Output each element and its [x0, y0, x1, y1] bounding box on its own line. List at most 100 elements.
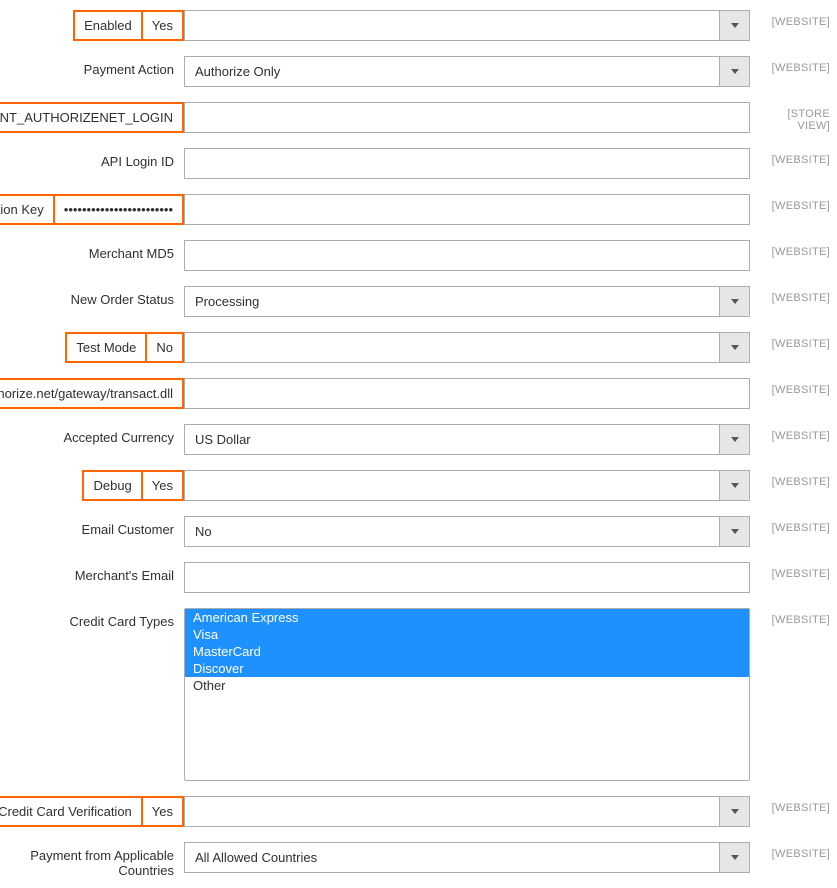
label-text-applicableCountries: Payment from Applicable Countries — [4, 848, 174, 878]
input-merchantMd5[interactable] — [184, 240, 750, 271]
field-enabled: Yes — [184, 10, 750, 41]
scope-ccTypes: [WEBSITE] — [750, 608, 830, 626]
label-paymentAction: Payment Action — [4, 56, 184, 77]
label-text-merchantsEmail: Merchant's Email — [75, 568, 174, 583]
highlight-value-title: PAYMENT_AUTHORIZENET_LOGIN — [0, 104, 182, 131]
label-ccVerification: Credit Card VerificationYes — [4, 796, 184, 827]
row-acceptedCurrency: Accepted CurrencyUS Dollar[WEBSITE] — [4, 424, 833, 455]
label-text-ccTypes: Credit Card Types — [69, 614, 174, 629]
label-applicableCountries: Payment from Applicable Countries — [4, 842, 184, 878]
scope-gatewayUrl: [WEBSITE] — [750, 378, 830, 396]
label-text-paymentAction: Payment Action — [84, 62, 174, 77]
field-debug: Yes — [184, 470, 750, 501]
highlight-gatewayUrl: Gateway URLhttps://test.authorize.net/ga… — [0, 378, 184, 409]
field-merchantsEmail — [184, 562, 750, 593]
highlight-testMode: Test ModeNo — [65, 332, 184, 363]
row-ccVerification: Credit Card VerificationYesYes[WEBSITE] — [4, 796, 833, 827]
label-newOrderStatus: New Order Status — [4, 286, 184, 307]
input-wrap-gatewayUrl — [184, 378, 750, 409]
select-wrap-acceptedCurrency: US Dollar — [184, 424, 750, 455]
scope-debug: [WEBSITE] — [750, 470, 830, 488]
input-wrap-merchantsEmail — [184, 562, 750, 593]
input-title[interactable] — [184, 102, 750, 133]
select-wrap-debug: Yes — [184, 470, 750, 501]
option-mastercard[interactable]: MasterCard — [185, 643, 749, 660]
scope-enabled: [WEBSITE] — [750, 10, 830, 28]
row-ccTypes: Credit Card Types American ExpressVisaMas… — [4, 608, 833, 781]
input-apiLoginId[interactable] — [184, 148, 750, 179]
scope-emailCustomer: [WEBSITE] — [750, 516, 830, 534]
row-applicableCountries: Payment from Applicable Countries All All… — [4, 842, 833, 878]
option-discover[interactable]: Discover — [185, 660, 749, 677]
option-american-express[interactable]: American Express — [185, 609, 749, 626]
highlight-enabled: EnabledYes — [73, 10, 184, 41]
field-ccVerification: Yes — [184, 796, 750, 827]
row-emailCustomer: Email Customer No[WEBSITE] — [4, 516, 833, 547]
label-text-testMode: Test Mode — [67, 334, 147, 361]
row-merchantsEmail: Merchant's Email[WEBSITE] — [4, 562, 833, 593]
scope-ccVerification: [WEBSITE] — [750, 796, 830, 814]
field-title — [184, 102, 750, 133]
scope-transactionKey: [WEBSITE] — [750, 194, 830, 212]
field-transactionKey — [184, 194, 750, 225]
label-emailCustomer: Email Customer — [4, 516, 184, 537]
scope-title: [STORE VIEW] — [750, 102, 830, 132]
select-emailCustomer[interactable]: No — [184, 516, 750, 547]
scope-testMode: [WEBSITE] — [750, 332, 830, 350]
label-title: TitlePAYMENT_AUTHORIZENET_LOGIN — [4, 102, 184, 133]
multiselect-ccTypes[interactable]: American ExpressVisaMasterCardDiscoverOt… — [184, 608, 750, 781]
label-gatewayUrl: Gateway URLhttps://test.authorize.net/ga… — [4, 378, 184, 409]
select-applicableCountries[interactable]: All Allowed Countries — [184, 842, 750, 873]
option-other[interactable]: Other — [185, 677, 749, 694]
select-paymentAction[interactable]: Authorize Only — [184, 56, 750, 87]
highlight-value-debug: Yes — [143, 472, 182, 499]
multiselect-wrap-ccTypes: American ExpressVisaMasterCardDiscoverOt… — [184, 608, 750, 781]
input-gatewayUrl[interactable] — [184, 378, 750, 409]
input-transactionKey[interactable] — [184, 194, 750, 225]
select-wrap-ccVerification: Yes — [184, 796, 750, 827]
label-enabled: EnabledYes — [4, 10, 184, 41]
row-title: TitlePAYMENT_AUTHORIZENET_LOGIN [STORE VI… — [4, 102, 833, 133]
highlight-value-ccVerification: Yes — [143, 798, 182, 825]
field-paymentAction: Authorize Only — [184, 56, 750, 87]
select-debug[interactable]: Yes — [184, 470, 750, 501]
select-newOrderStatus[interactable]: Processing — [184, 286, 750, 317]
row-debug: DebugYesYes[WEBSITE] — [4, 470, 833, 501]
label-acceptedCurrency: Accepted Currency — [4, 424, 184, 445]
input-merchantsEmail[interactable] — [184, 562, 750, 593]
label-text-acceptedCurrency: Accepted Currency — [63, 430, 174, 445]
highlight-ccVerification: Credit Card VerificationYes — [0, 796, 184, 827]
row-merchantMd5: Merchant MD5[WEBSITE] — [4, 240, 833, 271]
select-testMode[interactable]: No — [184, 332, 750, 363]
input-wrap-apiLoginId — [184, 148, 750, 179]
select-wrap-newOrderStatus: Processing — [184, 286, 750, 317]
label-text-apiLoginId: API Login ID — [101, 154, 174, 169]
field-ccTypes: American ExpressVisaMasterCardDiscoverOt… — [184, 608, 750, 781]
highlight-title: TitlePAYMENT_AUTHORIZENET_LOGIN — [0, 102, 184, 133]
highlight-value-transactionKey: •••••••••••••••••••••••• — [55, 196, 182, 223]
row-paymentAction: Payment ActionAuthorize Only[WEBSITE] — [4, 56, 833, 87]
label-text-merchantMd5: Merchant MD5 — [89, 246, 174, 261]
input-wrap-merchantMd5 — [184, 240, 750, 271]
label-text-emailCustomer: Email Customer — [82, 522, 174, 537]
option-visa[interactable]: Visa — [185, 626, 749, 643]
field-emailCustomer: No — [184, 516, 750, 547]
select-wrap-enabled: Yes — [184, 10, 750, 41]
label-merchantsEmail: Merchant's Email — [4, 562, 184, 583]
select-ccVerification[interactable]: Yes — [184, 796, 750, 827]
label-merchantMd5: Merchant MD5 — [4, 240, 184, 261]
field-testMode: No — [184, 332, 750, 363]
field-merchantMd5 — [184, 240, 750, 271]
field-newOrderStatus: Processing — [184, 286, 750, 317]
config-form: EnabledYesYes[WEBSITE]Payment ActionAuth… — [4, 10, 833, 878]
row-transactionKey: Transaction Key•••••••••••••••••••••••• [… — [4, 194, 833, 225]
select-enabled[interactable]: Yes — [184, 10, 750, 41]
label-debug: DebugYes — [4, 470, 184, 501]
label-transactionKey: Transaction Key•••••••••••••••••••••••• — [4, 194, 184, 225]
field-gatewayUrl — [184, 378, 750, 409]
label-text-ccVerification: Credit Card Verification — [0, 798, 143, 825]
field-apiLoginId — [184, 148, 750, 179]
select-acceptedCurrency[interactable]: US Dollar — [184, 424, 750, 455]
row-enabled: EnabledYesYes[WEBSITE] — [4, 10, 833, 41]
scope-apiLoginId: [WEBSITE] — [750, 148, 830, 166]
